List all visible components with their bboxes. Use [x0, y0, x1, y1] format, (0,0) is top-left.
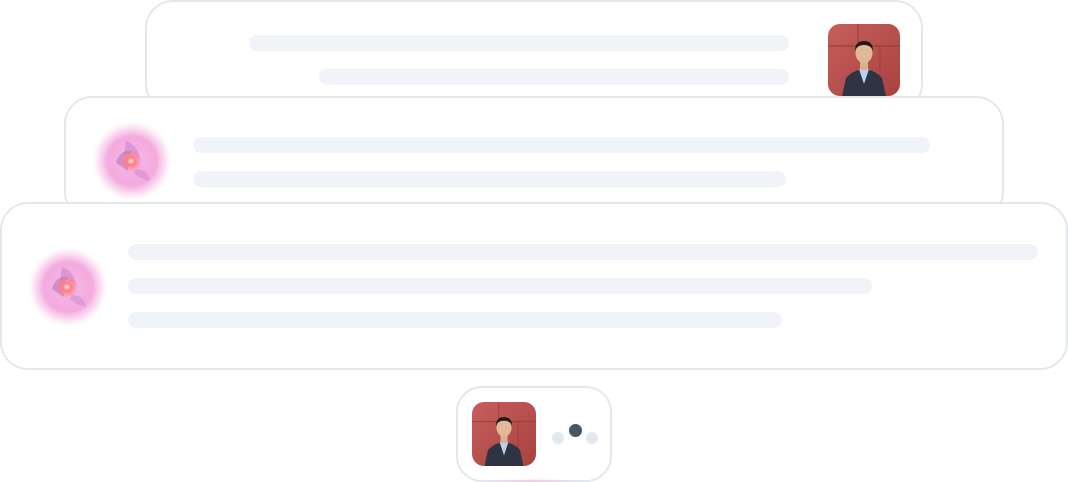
typing-indicator-bubble: [456, 386, 612, 482]
assistant-message-card: [0, 202, 1068, 370]
assistant-orb-icon: [92, 121, 172, 201]
typing-dot: [586, 432, 598, 444]
user-avatar-icon: [472, 402, 536, 466]
placeholder-text-line: [319, 69, 789, 85]
user-avatar-icon: [828, 24, 900, 96]
chat-stack-illustration: [0, 0, 1068, 482]
typing-dot: [552, 432, 564, 444]
placeholder-text-line: [193, 137, 930, 153]
placeholder-text-line: [128, 244, 1038, 260]
assistant-orb-icon: [28, 247, 108, 327]
placeholder-text-line: [193, 171, 786, 187]
typing-dot-active: [569, 424, 582, 437]
placeholder-text-line: [128, 278, 872, 294]
decorative-glow: [484, 478, 584, 482]
placeholder-text-line: [128, 312, 782, 328]
placeholder-text-line: [249, 35, 789, 51]
